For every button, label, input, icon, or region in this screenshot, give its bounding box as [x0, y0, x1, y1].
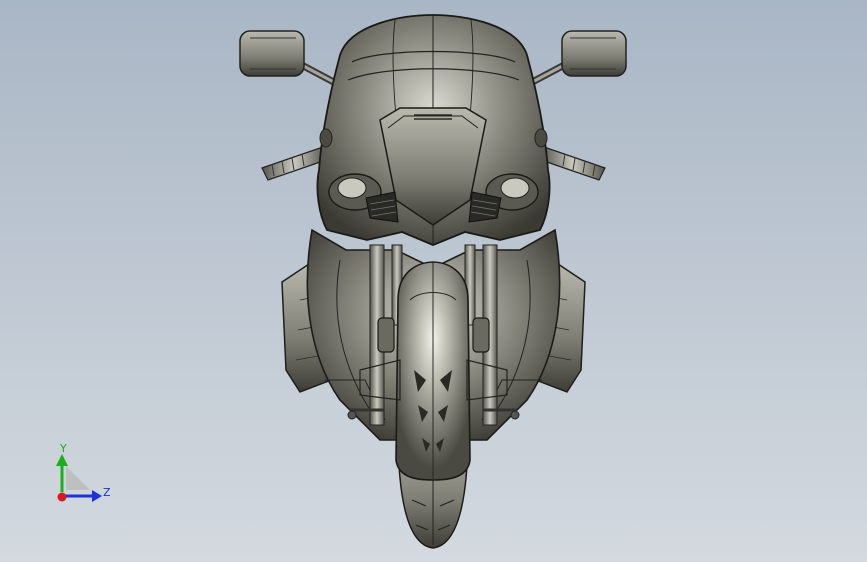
y-axis-arrowhead	[56, 454, 68, 466]
graphics-viewport[interactable]: Y Z	[0, 0, 867, 562]
front-fender	[395, 261, 471, 481]
upper-fairing	[316, 14, 551, 246]
triad-plane	[66, 466, 90, 490]
z-axis-label: Z	[103, 486, 111, 499]
z-axis-arrowhead	[92, 490, 102, 502]
x-axis-dot	[57, 492, 67, 502]
right-mirror	[519, 30, 627, 92]
axis-triad	[56, 454, 102, 502]
left-handlebar	[261, 147, 327, 181]
left-mirror	[239, 30, 347, 92]
right-handlebar	[540, 147, 606, 181]
motorcycle-model[interactable]	[0, 0, 867, 562]
y-axis-label: Y	[60, 442, 67, 455]
